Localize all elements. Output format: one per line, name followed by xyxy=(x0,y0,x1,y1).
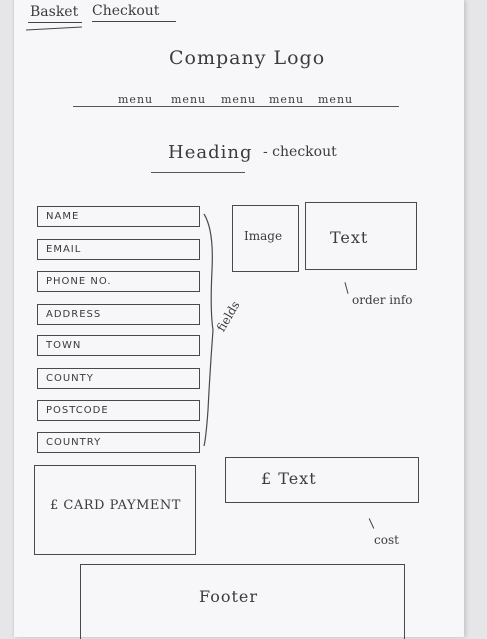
town-field[interactable] xyxy=(37,335,200,356)
country-field[interactable] xyxy=(37,432,200,453)
card-payment-label: £ CARD PAYMENT xyxy=(50,498,181,513)
order-info-annotation: order info xyxy=(352,293,413,307)
footer-label: Footer xyxy=(199,587,259,606)
tab-checkout[interactable]: Checkout xyxy=(92,3,159,19)
name-field[interactable] xyxy=(37,206,200,227)
email-field[interactable] xyxy=(37,239,200,260)
cost-annotation: cost xyxy=(374,533,399,547)
cost-text: £ Text xyxy=(261,469,317,488)
menu-item-5[interactable]: menu xyxy=(318,93,353,106)
phone-field[interactable] xyxy=(37,271,200,292)
tab-basket-underline xyxy=(28,22,82,23)
menu-item-3[interactable]: menu xyxy=(221,93,256,106)
address-field[interactable] xyxy=(37,304,200,325)
cost-box xyxy=(225,457,419,503)
tab-checkout-underline xyxy=(92,21,176,22)
menu-item-2[interactable]: menu xyxy=(171,93,206,106)
county-field[interactable] xyxy=(37,368,200,389)
menu-item-1[interactable]: menu xyxy=(118,93,153,106)
menu-divider xyxy=(73,106,399,107)
menu-item-4[interactable]: menu xyxy=(269,93,304,106)
tab-basket[interactable]: Basket xyxy=(30,4,78,20)
page-subheading: - checkout xyxy=(263,144,337,160)
order-image-label: Image xyxy=(244,229,283,243)
postcode-field[interactable] xyxy=(37,400,200,421)
heading-underline xyxy=(151,172,245,173)
page-heading: Heading xyxy=(168,142,253,163)
order-text-label: Text xyxy=(330,228,369,247)
company-logo[interactable]: Company Logo xyxy=(169,47,325,69)
